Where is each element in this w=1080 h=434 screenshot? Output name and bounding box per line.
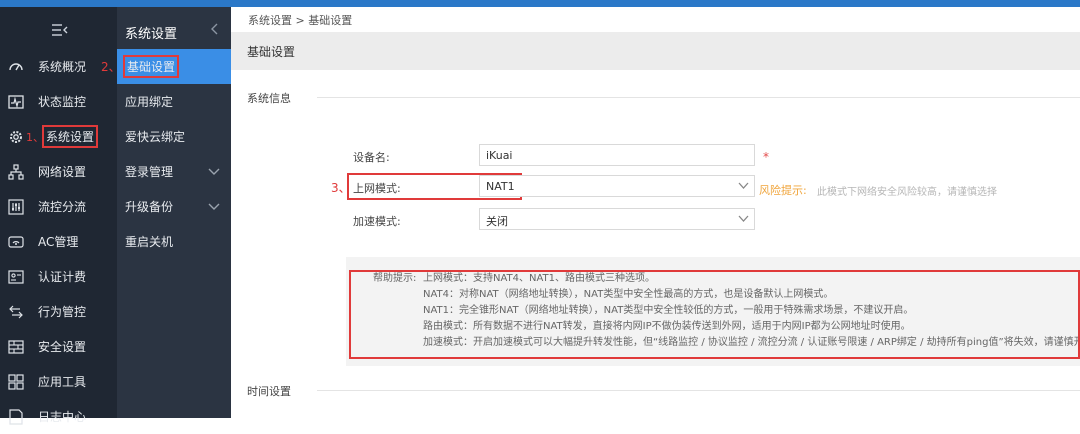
sidebar-item-network-settings[interactable]: 网络设置 xyxy=(0,154,117,189)
chevron-left-icon xyxy=(211,23,218,35)
firewall-icon xyxy=(8,339,24,355)
sidebar-item-behavior-control[interactable]: 行为管控 xyxy=(0,294,117,329)
risk-warning-text: 此模式下网络安全风险较高，请谨慎选择 xyxy=(817,187,997,198)
sidebar-item-label: 安全设置 xyxy=(38,340,87,354)
apps-icon xyxy=(8,373,24,390)
pulse-monitor-icon xyxy=(8,94,24,110)
sidebar-item-label: 认证计费 xyxy=(38,270,87,284)
wifi-ap-icon xyxy=(8,234,24,250)
sidebar-item-label: AC管理 xyxy=(38,235,79,249)
network-icon xyxy=(8,163,24,180)
chevron-down-icon xyxy=(738,182,749,189)
chevron-down-icon xyxy=(738,215,749,222)
acceleration-mode-value: 关闭 xyxy=(486,215,508,228)
required-mark: * xyxy=(763,150,769,164)
id-card-icon xyxy=(8,269,24,285)
subnav-collapse-button[interactable] xyxy=(211,23,219,38)
sidebar-item-system-overview[interactable]: 系统概况 xyxy=(0,49,117,84)
sidebar: 系统概况 状态监控 1、 系统设置 网络设置 流控分流 AC管理 认证计费 行为… xyxy=(0,7,117,425)
section-divider xyxy=(317,390,1080,391)
sidebar-item-log-center[interactable]: 日志中心 xyxy=(0,399,117,434)
risk-warning-title: 风险提示: xyxy=(759,184,807,197)
sidebar-item-label: 网络设置 xyxy=(38,165,87,179)
subnav-item-label: 升级备份 xyxy=(125,200,174,214)
sidebar-item-security-settings[interactable]: 安全设置 xyxy=(0,329,117,364)
subnav-item-basic-settings[interactable]: 2、 基础设置 xyxy=(101,49,231,84)
chevron-down-icon xyxy=(208,168,220,175)
subnav: 系统设置 2、 基础设置 应用绑定 爱快云绑定 登录管理 升级备份 重启关机 xyxy=(101,7,231,418)
device-name-field[interactable]: iKuai xyxy=(479,144,755,166)
sidebar-item-status-monitor[interactable]: 状态监控 xyxy=(0,84,117,119)
speedometer-icon xyxy=(8,59,24,75)
subnav-title: 系统设置 xyxy=(125,27,178,42)
sidebar-item-flow-control[interactable]: 流控分流 xyxy=(0,189,117,224)
arrows-icon xyxy=(8,304,24,320)
menu-collapse-icon xyxy=(51,23,67,36)
subnav-item-upgrade-backup[interactable]: 升级备份 xyxy=(117,189,231,224)
subnav-item-login-management[interactable]: 登录管理 xyxy=(117,154,231,189)
subnav-item-label: 重启关机 xyxy=(125,235,174,249)
subnav-item-label: 登录管理 xyxy=(125,165,174,179)
chevron-down-icon xyxy=(208,203,220,210)
subnav-item-label: 基础设置 xyxy=(123,55,180,78)
sidebar-item-app-tools[interactable]: 应用工具 xyxy=(0,364,117,399)
panel-header: 基础设置 xyxy=(231,32,1080,70)
sidebar-item-label: 应用工具 xyxy=(38,375,87,389)
sidebar-item-label: 系统设置 xyxy=(42,125,99,148)
main-content: 系统设置 > 基础设置 基础设置 系统信息 设备名: iKuai * 3、 上网… xyxy=(231,7,1080,418)
sidebar-item-label: 状态监控 xyxy=(38,95,87,109)
top-accent-bar xyxy=(0,0,1080,7)
sidebar-item-label: 流控分流 xyxy=(38,200,87,214)
subnav-item-reboot-shutdown[interactable]: 重启关机 xyxy=(117,224,231,259)
subnav-item-label: 应用绑定 xyxy=(125,95,174,109)
internet-mode-label: 上网模式: xyxy=(353,182,401,195)
menu-collapse-button[interactable] xyxy=(0,7,117,52)
sidebar-item-label: 系统概况 xyxy=(38,60,87,74)
help-highlight-box xyxy=(349,270,1080,359)
section-title-time-settings: 时间设置 xyxy=(247,385,291,398)
section-divider xyxy=(317,97,1080,98)
gear-icon xyxy=(8,129,24,145)
section-title-system-info: 系统信息 xyxy=(247,92,291,105)
device-name-label: 设备名: xyxy=(353,151,390,164)
acceleration-mode-select[interactable]: 关闭 xyxy=(479,208,755,230)
subnav-item-label: 爱快云绑定 xyxy=(125,130,186,144)
sliders-icon xyxy=(8,198,24,215)
sidebar-item-ac-management[interactable]: AC管理 xyxy=(0,224,117,259)
device-name-value: iKuai xyxy=(486,149,513,162)
acceleration-mode-label: 加速模式: xyxy=(353,215,401,228)
sidebar-item-label: 行为管控 xyxy=(38,305,87,319)
internet-mode-value: NAT1 xyxy=(486,180,515,193)
subnav-item-ikuai-cloud-binding[interactable]: 爱快云绑定 xyxy=(117,119,231,154)
page-title: 基础设置 xyxy=(247,45,296,59)
step-2-marker: 2、 xyxy=(101,60,121,74)
breadcrumb: 系统设置 > 基础设置 xyxy=(248,14,353,27)
internet-mode-select[interactable]: NAT1 xyxy=(479,175,755,197)
log-icon xyxy=(8,408,24,425)
sidebar-item-auth-billing[interactable]: 认证计费 xyxy=(0,259,117,294)
sidebar-item-label: 日志中心 xyxy=(38,410,87,424)
sidebar-item-system-settings[interactable]: 1、 系统设置 xyxy=(0,119,117,154)
subnav-item-app-binding[interactable]: 应用绑定 xyxy=(117,84,231,119)
